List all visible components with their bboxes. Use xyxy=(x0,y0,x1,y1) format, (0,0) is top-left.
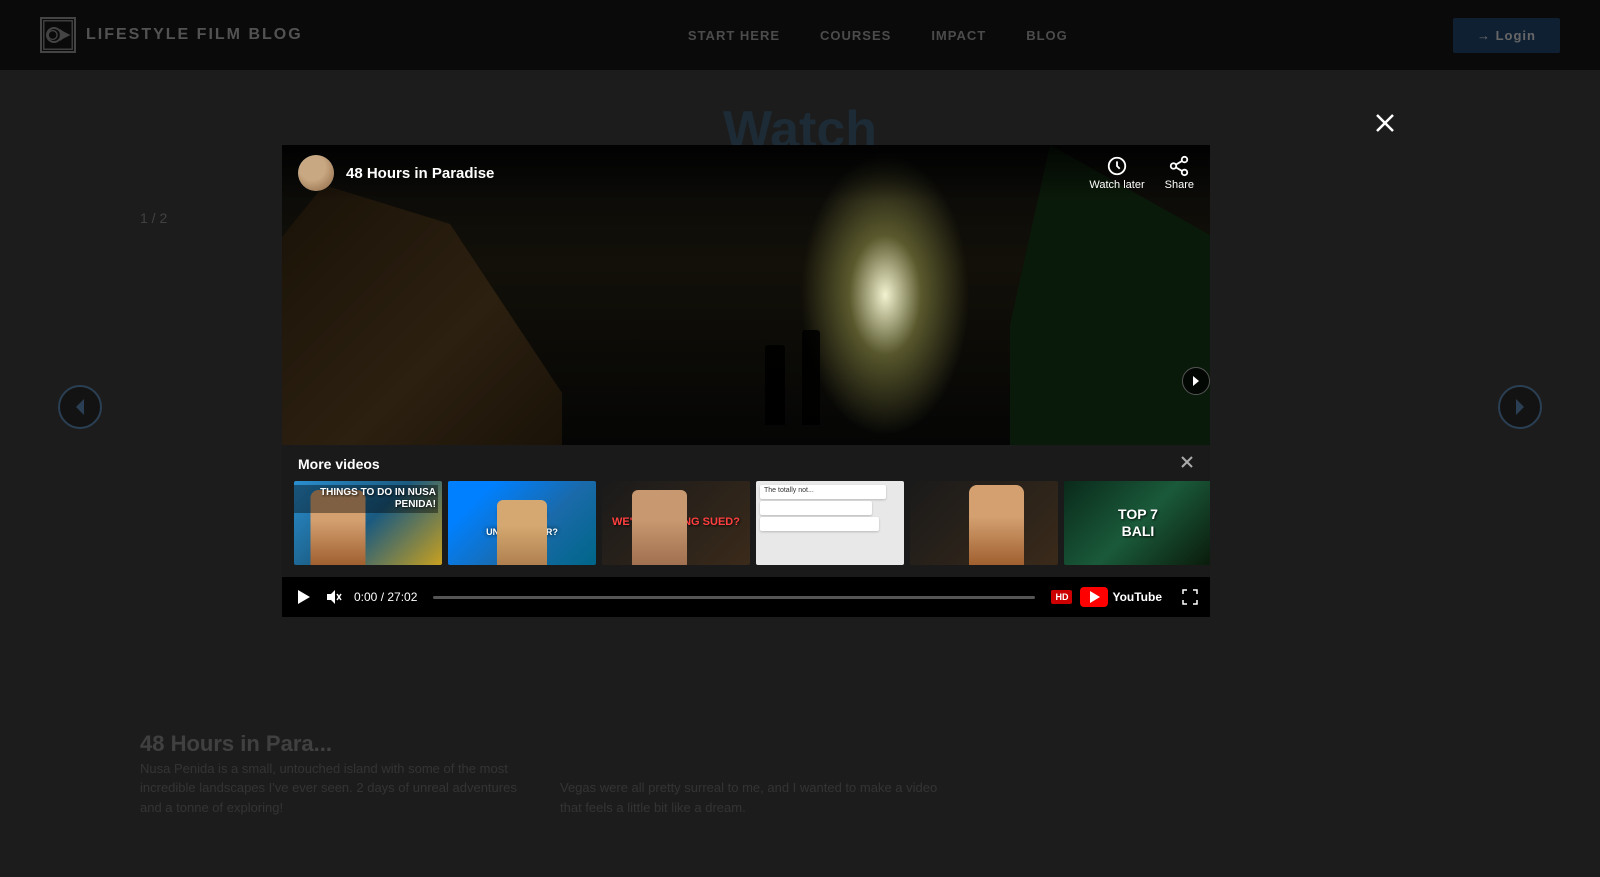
silhouette-2 xyxy=(802,330,820,425)
thumbnail-4[interactable]: The totally not... xyxy=(756,481,904,565)
thumb-messages: The totally not... xyxy=(760,485,900,561)
youtube-logo: YouTube xyxy=(1080,587,1162,607)
thumb-msg-1: The totally not... xyxy=(760,485,886,499)
more-videos-header: More videos xyxy=(282,445,1210,481)
yt-red-badge xyxy=(1080,587,1108,607)
watch-later-button[interactable]: Watch later xyxy=(1089,155,1144,191)
thumb-person-3 xyxy=(632,490,687,565)
more-videos-close-icon xyxy=(1180,455,1194,469)
more-videos-close-button[interactable] xyxy=(1180,455,1194,473)
fullscreen-button[interactable] xyxy=(1182,589,1198,605)
thumbnail-5[interactable] xyxy=(910,481,1058,565)
fullscreen-icon xyxy=(1182,589,1198,605)
thumbnail-2[interactable]: $15,000UNDER WATER? xyxy=(448,481,596,565)
thumb-label-1: Things To Do In Nusa Penida! xyxy=(294,481,442,565)
video-scene xyxy=(282,145,1210,445)
thumb-person-2 xyxy=(497,500,547,565)
thumb-text-1: Things To Do In Nusa Penida! xyxy=(294,485,438,513)
youtube-modal: 48 Hours in Paradise Watch later xyxy=(282,145,1210,617)
thumb-msg-3 xyxy=(760,517,879,531)
share-icon xyxy=(1168,155,1190,177)
yt-play-triangle xyxy=(1090,591,1100,603)
thumb-person-5 xyxy=(969,485,1024,565)
thumbnail-3[interactable]: WE'RE GETTING SUED? xyxy=(602,481,750,565)
yt-logo-hd: HD xyxy=(1055,592,1068,602)
thumb-label-6: TOP 7BALI xyxy=(1064,481,1210,565)
time-display: 0:00 / 27:02 xyxy=(354,590,417,604)
video-frame[interactable]: 48 Hours in Paradise Watch later xyxy=(282,145,1210,445)
play-button[interactable] xyxy=(294,588,312,606)
close-icon xyxy=(1374,112,1396,134)
video-controls: 0:00 / 27:02 HD YouTube xyxy=(282,577,1210,617)
play-icon xyxy=(294,588,312,606)
yt-text: YouTube xyxy=(1112,590,1162,604)
share-label: Share xyxy=(1165,179,1194,191)
more-videos-panel: More videos Things To Do In Nusa Penida!… xyxy=(282,445,1210,577)
more-videos-title: More videos xyxy=(298,456,380,472)
thumb-msg-2 xyxy=(760,501,872,515)
silhouette-1 xyxy=(765,345,785,425)
thumb-text-6: TOP 7BALI xyxy=(1118,506,1158,540)
volume-icon xyxy=(324,588,342,606)
modal-close-button[interactable] xyxy=(1370,108,1400,138)
watch-later-icon xyxy=(1106,155,1128,177)
thumbnail-1[interactable]: Things To Do In Nusa Penida! xyxy=(294,481,442,565)
thumbnails-row: Things To Do In Nusa Penida! $15,000UNDE… xyxy=(282,481,1210,577)
progress-bar[interactable] xyxy=(433,596,1035,599)
building-left xyxy=(282,185,562,445)
youtube-logo-area: HD YouTube xyxy=(1051,587,1162,607)
share-button[interactable]: Share xyxy=(1165,155,1194,191)
watch-later-label: Watch later xyxy=(1089,179,1144,191)
video-actions: Watch later Share xyxy=(1089,155,1194,191)
mute-button[interactable] xyxy=(324,588,342,606)
thumbnail-6[interactable]: TOP 7BALI xyxy=(1064,481,1210,565)
yt-logo-badge: HD xyxy=(1051,590,1072,604)
